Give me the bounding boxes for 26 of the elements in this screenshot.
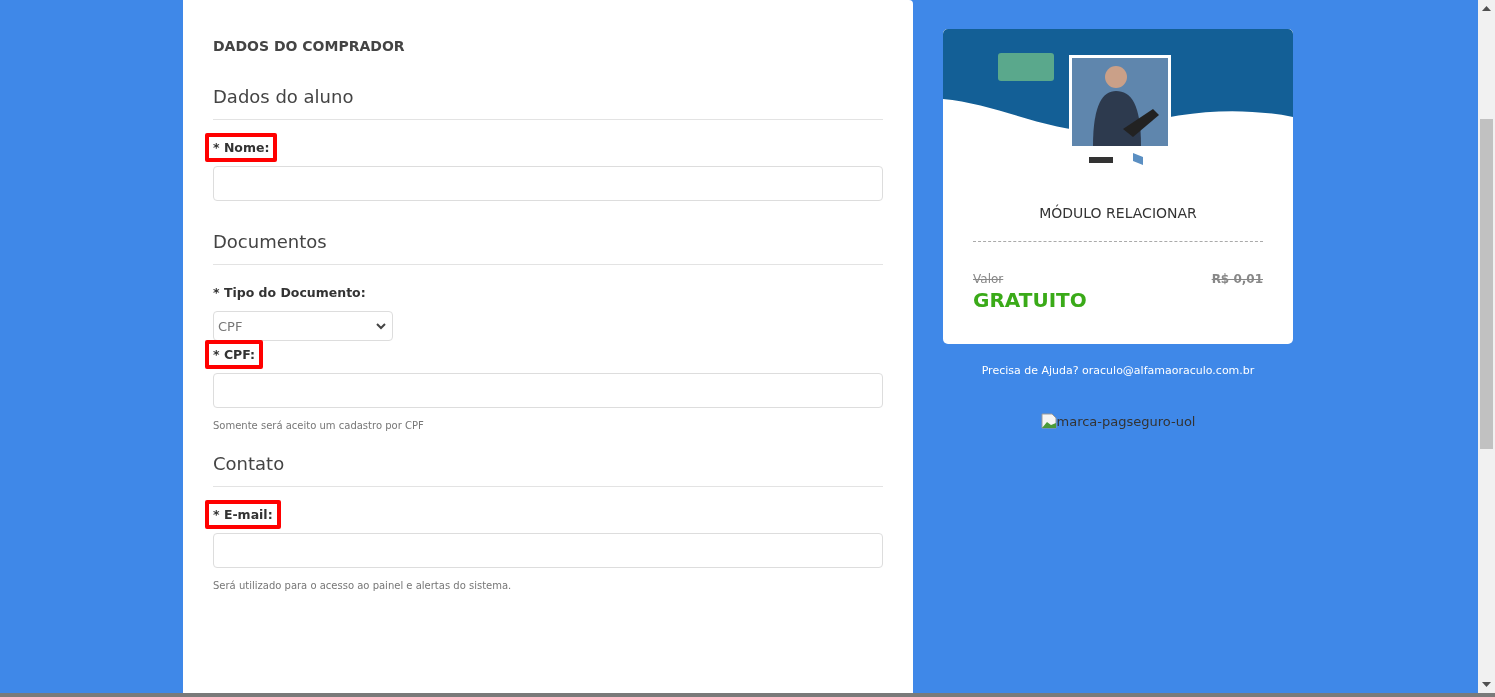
section-title: Contato bbox=[213, 453, 883, 487]
field-label: * Tipo do Documento: bbox=[212, 284, 367, 302]
help-text: Precisa de Ajuda? oraculo@alfamaoraculo.com.br bbox=[981, 364, 1255, 377]
scroll-down-icon[interactable] bbox=[1482, 682, 1491, 688]
image-alt-text: marca-pagseguro-uol bbox=[1056, 413, 1196, 429]
form-heading: DADOS DO COMPRADOR bbox=[213, 38, 406, 54]
section-title: Dados do aluno bbox=[213, 86, 883, 120]
price: GRATUITO bbox=[973, 288, 1088, 312]
field-label: * CPF: bbox=[205, 340, 264, 369]
field-label: * E-mail: bbox=[205, 500, 281, 529]
input-field[interactable] bbox=[213, 166, 883, 201]
broken-image-icon bbox=[1040, 413, 1057, 429]
product-title: MÓDULO RELACIONAR bbox=[973, 205, 1263, 242]
caret-icon bbox=[376, 322, 386, 330]
input-field[interactable] bbox=[213, 533, 883, 568]
document-type-dropdown[interactable]: CPF bbox=[213, 311, 393, 341]
field-label: * Nome: bbox=[205, 133, 278, 162]
price-label: Valor bbox=[973, 272, 1004, 286]
old-price: R$ 0,01 bbox=[1211, 272, 1263, 286]
scrollbar-thumb[interactable] bbox=[1480, 119, 1493, 449]
section-title: Documentos bbox=[213, 231, 883, 265]
scroll-up-icon[interactable] bbox=[1482, 5, 1491, 11]
field-hint: Será utilizado para o acesso ao painel e alertas do sistema. bbox=[213, 580, 512, 591]
field-hint: Somente será aceito um cadastro por CPF bbox=[213, 420, 424, 431]
input-field[interactable] bbox=[213, 373, 883, 408]
scrollbar[interactable] bbox=[1478, 0, 1495, 693]
